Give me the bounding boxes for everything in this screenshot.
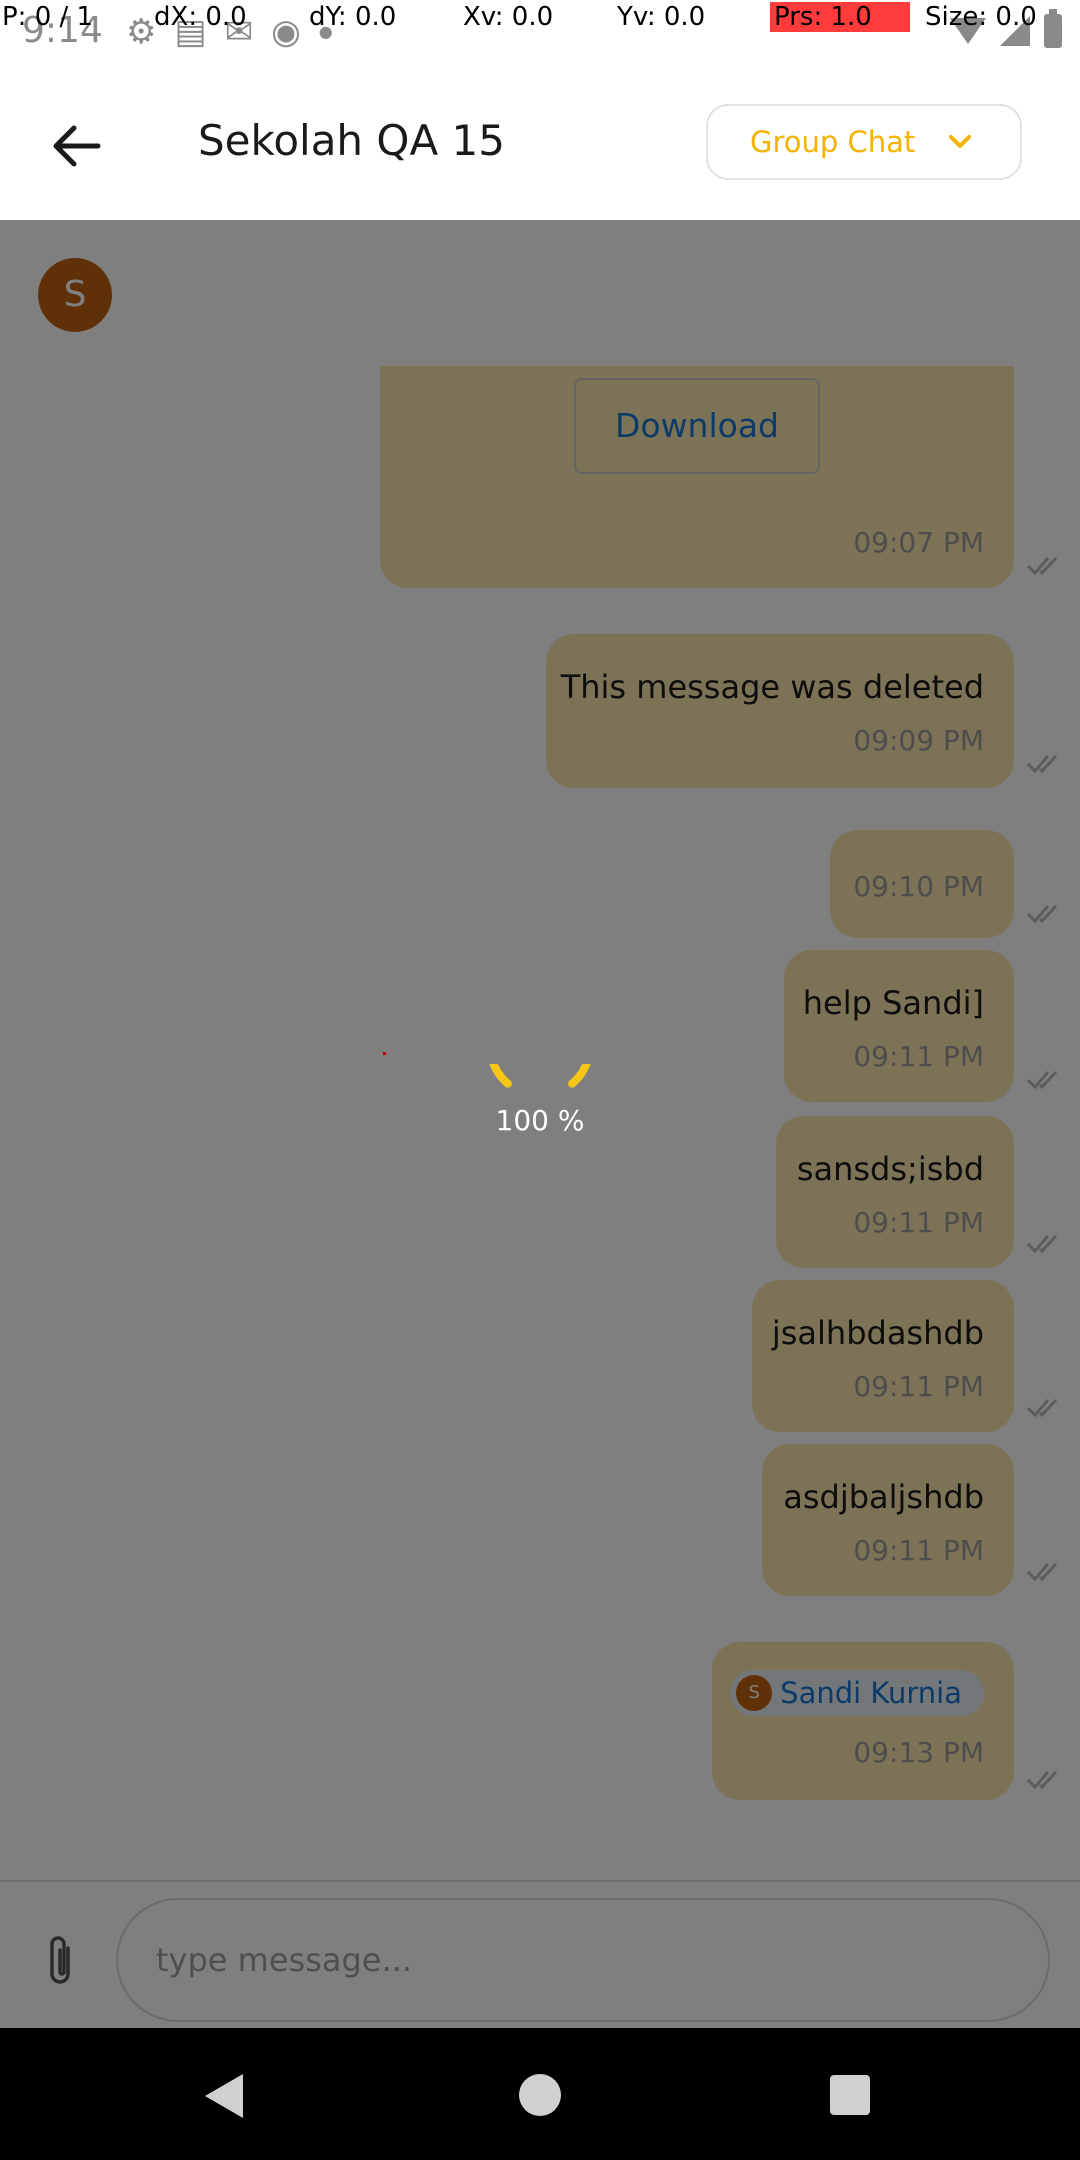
loading-progress-label: 100 %	[495, 1104, 585, 1137]
chat-type-label: Group Chat	[750, 125, 916, 159]
nav-home-icon[interactable]	[519, 2074, 561, 2116]
pointer-xv: Xv: 0.0	[463, 2, 554, 32]
chevron-down-icon	[949, 135, 971, 148]
pointer-count: P: 0 / 1	[2, 2, 94, 32]
pointer-size: Size: 0.0	[925, 2, 1037, 32]
nav-back-icon[interactable]	[205, 2074, 243, 2118]
system-nav-bar	[0, 2028, 1080, 2160]
pointer-dy: dY: 0.0	[309, 2, 397, 32]
touch-indicator	[383, 1052, 386, 1055]
pointer-pressure: Prs: 1.0	[770, 2, 910, 32]
pointer-yv: Yv: 0.0	[617, 2, 706, 32]
chat-type-dropdown[interactable]: Group Chat	[706, 104, 1022, 180]
back-arrow-icon[interactable]	[46, 116, 106, 176]
pointer-location-overlay: P: 0 / 1 dX: 0.0 dY: 0.0 Xv: 0.0 Yv: 0.0…	[0, 0, 1080, 36]
nav-recents-icon[interactable]	[830, 2075, 870, 2115]
app-header: Sekolah QA 15 Group Chat	[0, 64, 1080, 220]
page-title: Sekolah QA 15	[198, 116, 505, 165]
pointer-dx: dX: 0.0	[154, 2, 247, 32]
